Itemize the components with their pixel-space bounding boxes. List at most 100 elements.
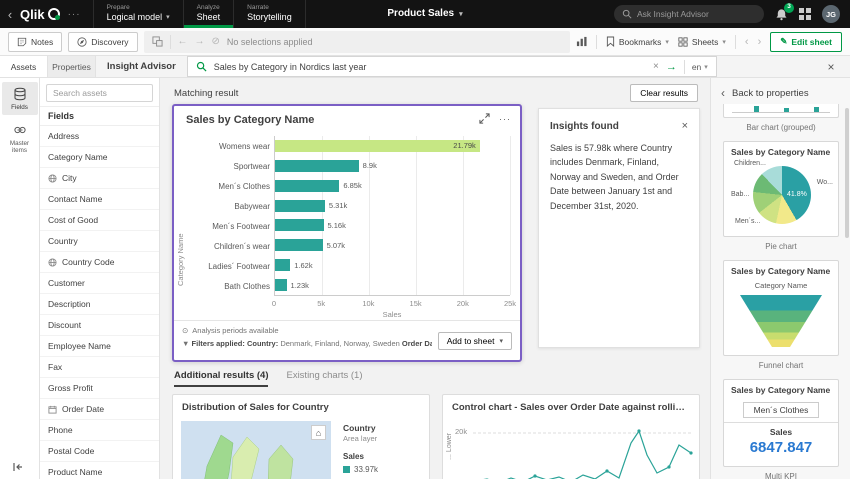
close-insight-advisor-icon[interactable]: × (812, 56, 850, 77)
map-card-title: Distribution of Sales for Country (182, 402, 329, 413)
chevron-left-icon: ‹ (721, 86, 725, 100)
notifications-bell-icon[interactable]: 3 (775, 2, 794, 21)
bar[interactable] (275, 199, 325, 212)
clear-query-icon[interactable]: × (653, 61, 659, 72)
bar[interactable]: 21.79k (275, 139, 480, 152)
step-forward-icon[interactable]: → (195, 36, 205, 47)
query-input[interactable] (213, 61, 646, 72)
matching-result-chart-card[interactable]: Sales by Category Name ··· Category Name… (172, 104, 522, 362)
rail-item-master-items[interactable]: Master items (2, 118, 38, 158)
field-item[interactable]: Fax (40, 357, 159, 378)
clear-selections-icon[interactable]: ⊘ (212, 36, 220, 47)
pie-chart-caption: Pie chart (765, 242, 797, 251)
main-nav: Prepare Logical model ▾ Analyze Sheet Nar… (92, 0, 306, 28)
edit-sheet-button[interactable]: ✎ Edit sheet (770, 31, 842, 52)
toolbar-right: Bookmarks ▾ Sheets ▾ ‹ › ✎ Edit sheet (576, 31, 842, 52)
user-avatar[interactable]: JG (822, 5, 840, 23)
insight-advisor-search[interactable] (614, 5, 764, 23)
selections-tool-icon[interactable] (151, 36, 163, 47)
bar[interactable] (275, 159, 359, 172)
selections-bar[interactable]: ← → ⊘ No selections applied (143, 30, 570, 53)
sheets-menu[interactable]: Sheets ▾ (678, 37, 726, 47)
nav-prepare[interactable]: Prepare Logical model ▾ (92, 0, 183, 28)
field-item[interactable]: Discount (40, 315, 159, 336)
bar[interactable] (275, 259, 291, 272)
nav-narrate[interactable]: Narrate Storytelling (233, 0, 306, 28)
rail-item-fields[interactable]: Fields (1, 82, 38, 115)
x-tick-label: 20k (456, 299, 469, 308)
map-result-card[interactable]: Distribution of Sales for Country ⌂ Coun… (172, 394, 430, 479)
analysis-periods-icon: ⊙ (182, 326, 189, 335)
app-title: Product Sales (387, 8, 455, 19)
global-menu-icon[interactable]: ··· (68, 9, 81, 20)
bar-value-label: 5.07k (326, 240, 346, 250)
search-assets-field[interactable] (46, 84, 153, 102)
sheet-toolbar: Notes Discovery ← → ⊘ No selections appl… (0, 28, 850, 56)
close-insights-icon[interactable]: × (682, 120, 688, 132)
pie-chart-preview-card[interactable]: Sales by Category Name Children... Wo...… (723, 141, 839, 237)
field-item[interactable]: Contact Name (40, 189, 159, 210)
ask-insight-advisor-input[interactable] (637, 9, 752, 19)
previous-sheet-icon[interactable]: ‹ (745, 36, 749, 48)
field-item[interactable]: Description (40, 294, 159, 315)
gridline (510, 136, 511, 295)
discovery-button[interactable]: Discovery (68, 31, 138, 52)
bar[interactable] (275, 279, 287, 292)
field-item[interactable]: Country (40, 231, 159, 252)
clear-results-button[interactable]: Clear results (630, 84, 698, 102)
field-label: Contact Name (48, 194, 103, 204)
multi-kpi-preview-card[interactable]: Sales by Category Name Men´s Clothes Sal… (723, 379, 839, 467)
nav-analyze[interactable]: Analyze Sheet (182, 0, 234, 28)
submit-query-icon[interactable]: → (666, 61, 677, 73)
tab-assets[interactable]: Assets (0, 56, 48, 77)
bar-chart-preview-card[interactable] (723, 104, 839, 118)
language-selector[interactable]: en ▾ (692, 62, 708, 72)
map-home-icon[interactable]: ⌂ (311, 425, 326, 440)
bookmark-icon (606, 36, 615, 47)
field-item[interactable]: Phone (40, 420, 159, 441)
step-back-icon[interactable]: ← (178, 36, 188, 47)
bar-rows: 21.79k 8.9k 6.85k 5.31k 5.16k 5.07k 1.62k 1.23k (275, 136, 510, 295)
field-item[interactable]: Country Code (40, 252, 159, 273)
x-axis-ticks: 0 5k 10k 15k 20k 25k (272, 299, 516, 309)
search-assets-input[interactable] (53, 88, 146, 98)
chart-title: Sales by Category Name (186, 114, 315, 126)
back-chevron-icon[interactable]: ‹ (0, 7, 20, 22)
pie-label: Wo... (816, 179, 833, 186)
field-item[interactable]: Employee Name (40, 336, 159, 357)
field-item[interactable]: City (40, 168, 159, 189)
tab-properties[interactable]: Properties (48, 56, 96, 77)
bar-category-label: Children´s wear (213, 241, 270, 251)
scrollbar[interactable] (845, 108, 849, 238)
chart-menu-icon[interactable]: ··· (499, 114, 511, 124)
expand-chart-icon[interactable] (479, 113, 490, 124)
tab-additional-results[interactable]: Additional results (4) (174, 370, 269, 387)
field-item[interactable]: Product Name (40, 462, 159, 479)
field-item[interactable]: Address (40, 126, 159, 147)
field-item[interactable]: Cost of Good (40, 210, 159, 231)
add-to-sheet-button[interactable]: Add to sheet ▾ (437, 332, 512, 350)
control-chart-result-card[interactable]: Control chart - Sales over Order Date ag… (442, 394, 700, 479)
query-search-field[interactable]: × → en ▾ (186, 56, 717, 77)
field-item[interactable]: Order Date (40, 399, 159, 420)
field-item[interactable]: Category Name (40, 147, 159, 168)
chart-columns-icon[interactable] (576, 36, 587, 47)
notes-button[interactable]: Notes (8, 31, 63, 52)
bar[interactable] (275, 219, 324, 232)
bar[interactable] (275, 179, 340, 192)
topbar: ‹ Qlik ··· Prepare Logical model ▾ Analyz… (0, 0, 850, 28)
field-item[interactable]: Postal Code (40, 441, 159, 462)
nav-kicker: Analyze (196, 4, 220, 11)
field-item[interactable]: Customer (40, 273, 159, 294)
tab-existing-charts[interactable]: Existing charts (1) (286, 370, 362, 387)
bar[interactable] (275, 239, 323, 252)
apps-grid-icon[interactable] (799, 8, 811, 20)
field-item[interactable]: Gross Profit (40, 378, 159, 399)
app-title-menu[interactable]: Product Sales ▾ (387, 8, 462, 19)
collapse-panel-icon[interactable] (12, 461, 24, 473)
bookmarks-menu[interactable]: Bookmarks ▾ (606, 36, 669, 47)
legend-layer: Area layer (343, 434, 378, 443)
field-label: Country Code (62, 257, 115, 267)
funnel-chart-preview-card[interactable]: Sales by Category Name Category Name (723, 260, 839, 356)
next-sheet-icon[interactable]: › (758, 36, 762, 48)
